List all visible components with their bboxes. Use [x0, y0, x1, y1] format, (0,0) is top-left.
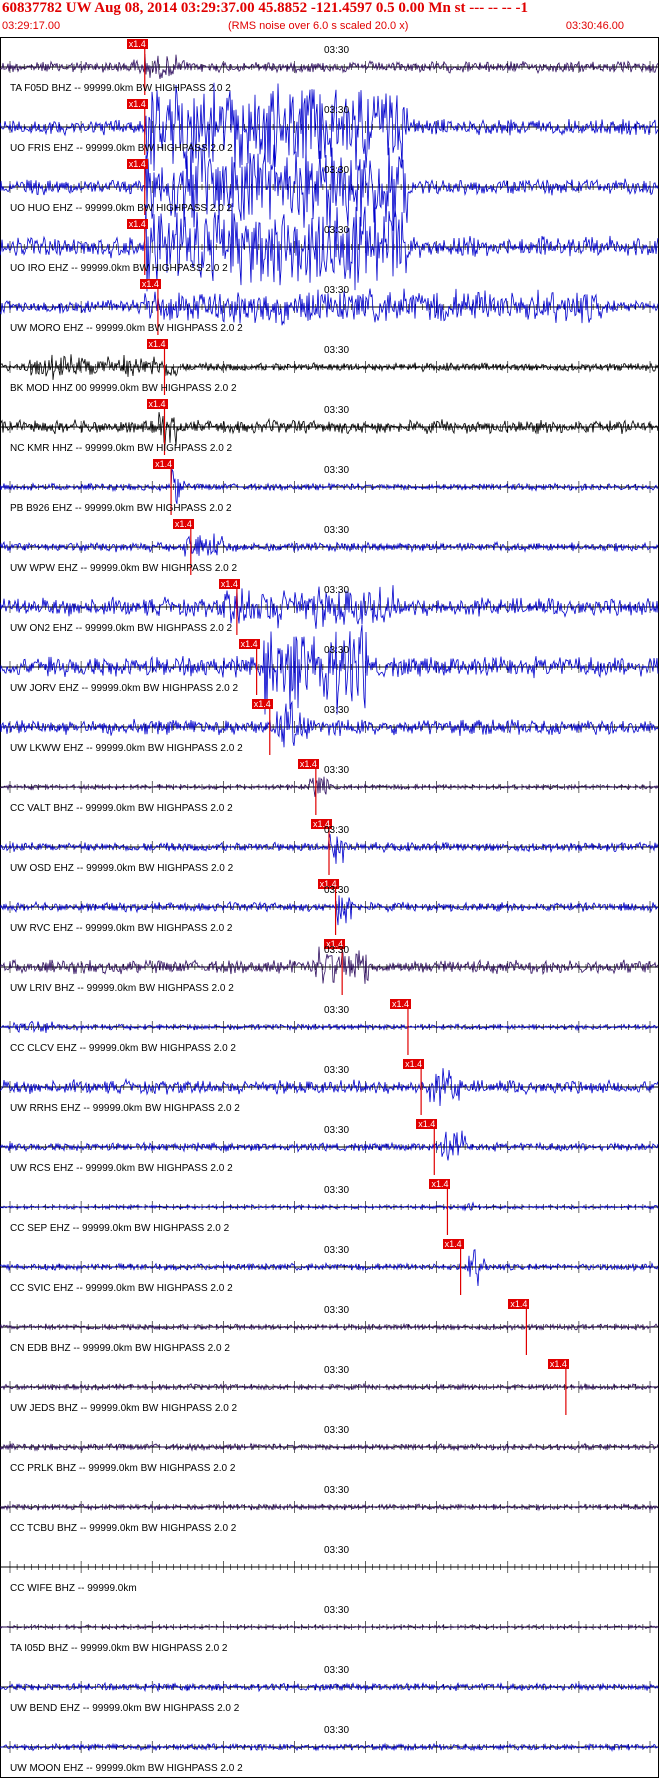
waveform [0, 776, 659, 798]
time-tick-label: 03:30 [324, 225, 350, 236]
trace-label: UW OSD EHZ -- 99999.0km BW HIGHPASS 2.0 … [10, 863, 234, 874]
waveform [0, 533, 659, 557]
time-tick-label: 03:30 [324, 465, 350, 476]
time-tick-label: 03:30 [324, 105, 350, 116]
time-tick-label: 03:30 [324, 1665, 350, 1676]
event-title: 60837782 UW Aug 08, 2014 03:29:37.00 45.… [2, 0, 528, 16]
trace-label: PB B926 EHZ -- 99999.0km BW HIGHPASS 2.0… [10, 503, 232, 514]
trace-label: UW BEND EHZ -- 99999.0km BW HIGHPASS 2.0… [10, 1703, 240, 1714]
pick-marker[interactable]: x1.4 [218, 579, 240, 589]
waveform [0, 895, 659, 926]
pick-marker[interactable]: x1.4 [139, 279, 161, 289]
pick-marker[interactable]: x1.4 [389, 999, 411, 1009]
time-tick-label: 03:30 [324, 1545, 350, 1556]
time-tick-label: 03:30 [324, 1005, 350, 1016]
trace-label: CC CLCV EHZ -- 99999.0km BW HIGHPASS 2.0… [10, 1043, 236, 1054]
time-tick-label: 03:30 [324, 645, 350, 656]
trace-label: CC SVIC EHZ -- 99999.0km BW HIGHPASS 2.0… [10, 1283, 233, 1294]
pick-marker[interactable]: x1.4 [442, 1239, 464, 1249]
trace-label: CC WIFE BHZ -- 99999.0km [10, 1583, 137, 1594]
time-tick-label: 03:30 [324, 1725, 350, 1736]
end-time: 03:30:46.00 [565, 20, 624, 32]
trace-label: UW ON2 EHZ -- 99999.0km BW HIGHPASS 2.0 … [10, 623, 233, 634]
trace-label: UW RVC EHZ -- 99999.0km BW HIGHPASS 2.0 … [10, 923, 233, 934]
time-tick-label: 03:30 [324, 1125, 350, 1136]
trace-label: CC TCBU BHZ -- 99999.0km BW HIGHPASS 2.0… [10, 1523, 237, 1534]
waveform [0, 1624, 659, 1630]
rms-note: (RMS noise over 6.0 s scaled 20.0 x) [228, 20, 409, 32]
time-tick-label: 03:30 [324, 45, 350, 56]
waveform [0, 412, 659, 446]
pick-marker[interactable]: x1.4 [146, 399, 168, 409]
time-tick-label: 03:30 [324, 825, 350, 836]
trace-label: CC PRLK BHZ -- 99999.0km BW HIGHPASS 2.0… [10, 1463, 236, 1474]
time-range-bar: 03:29:17.00 (RMS noise over 6.0 s scaled… [0, 20, 660, 34]
time-tick-label: 03:30 [324, 585, 350, 596]
trace-label: CC SEP EHZ -- 99999.0km BW HIGHPASS 2.0 … [10, 1223, 230, 1234]
trace-label: UW RCS EHZ -- 99999.0km BW HIGHPASS 2.0 … [10, 1163, 233, 1174]
trace-label: BK MOD HHZ 00 99999.0km BW HIGHPASS 2.0 … [10, 383, 237, 394]
time-tick-label: 03:30 [324, 705, 350, 716]
trace-label: UW RRHS EHZ -- 99999.0km BW HIGHPASS 2.0… [10, 1103, 240, 1114]
trace-label: UW LRIV BHZ -- 99999.0km BW HIGHPASS 2.0… [10, 983, 234, 994]
pick-marker[interactable]: x1.4 [251, 699, 273, 709]
time-tick-label: 03:30 [324, 525, 350, 536]
pick-marker[interactable]: x1.4 [403, 1059, 425, 1069]
trace-label: UW LKWW EHZ -- 99999.0km BW HIGHPASS 2.0… [10, 743, 243, 754]
pick-marker[interactable]: x1.4 [126, 159, 148, 169]
pick-marker[interactable]: x1.4 [172, 519, 194, 529]
header: 60837782 UW Aug 08, 2014 03:29:37.00 45.… [0, 0, 660, 37]
trace-canvas [0, 37, 659, 1778]
pick-marker[interactable]: x1.4 [146, 339, 168, 349]
trace-label: CC VALT BHZ -- 99999.0km BW HIGHPASS 2.0… [10, 803, 233, 814]
time-tick-label: 03:30 [324, 165, 350, 176]
trace-label: CN EDB BHZ -- 99999.0km BW HIGHPASS 2.0 … [10, 1343, 230, 1354]
pick-marker[interactable]: x1.4 [126, 99, 148, 109]
time-tick-label: 03:30 [324, 1485, 350, 1496]
trace-label: TA F05D BHZ -- 99999.0km BW HIGHPASS 2.0… [10, 83, 231, 94]
seismogram-panel: x1.4 03:30 TA F05D BHZ -- 99999.0km BW HIG… [0, 37, 660, 1778]
pick-marker[interactable]: x1.4 [547, 1359, 569, 1369]
trace-label: UO IRO EHZ -- 99999.0km BW HIGHPASS 2.0 … [10, 263, 228, 274]
time-tick-label: 03:30 [324, 1605, 350, 1616]
time-tick-label: 03:30 [324, 1245, 350, 1256]
pick-marker[interactable]: x1.4 [126, 39, 148, 49]
trace-label: NC KMR HHZ -- 99999.0km BW HIGHPASS 2.0 … [10, 443, 233, 454]
time-tick-label: 03:30 [324, 285, 350, 296]
time-tick-label: 03:30 [324, 405, 350, 416]
waveform [0, 624, 659, 715]
time-tick-label: 03:30 [324, 1185, 350, 1196]
trace-label: UO FRIS EHZ -- 99999.0km BW HIGHPASS 2.0… [10, 143, 233, 154]
trace-label: UW JORV EHZ -- 99999.0km BW HIGHPASS 2.0… [10, 683, 239, 694]
pick-marker[interactable]: x1.4 [153, 459, 175, 469]
time-tick-label: 03:30 [324, 765, 350, 776]
trace-label: UW WPW EHZ -- 99999.0km BW HIGHPASS 2.0 … [10, 563, 238, 574]
trace-label: UW MORO EHZ -- 99999.0km BW HIGHPASS 2.0… [10, 323, 243, 334]
time-tick-label: 03:30 [324, 1365, 350, 1376]
start-time: 03:29:17.00 [2, 20, 61, 32]
time-tick-label: 03:30 [324, 885, 350, 896]
time-tick-label: 03:30 [324, 1065, 350, 1076]
waveform [0, 1201, 659, 1212]
pick-marker[interactable]: x1.4 [508, 1299, 530, 1309]
time-tick-label: 03:30 [324, 345, 350, 356]
trace-label: UO HUO EHZ -- 99999.0km BW HIGHPASS 2.0 … [10, 203, 233, 214]
pick-marker[interactable]: x1.4 [429, 1179, 451, 1189]
time-tick-label: 03:30 [324, 1305, 350, 1316]
pick-marker[interactable]: x1.4 [126, 219, 148, 229]
time-tick-label: 03:30 [324, 1425, 350, 1436]
trace-label: UW MOON EHZ -- 99999.0km BW HIGHPASS 2.0… [10, 1763, 243, 1774]
pick-marker[interactable]: x1.4 [238, 639, 260, 649]
time-tick-label: 03:30 [324, 945, 350, 956]
trace-label: UW JEDS BHZ -- 99999.0km BW HIGHPASS 2.0… [10, 1403, 238, 1414]
trace-label: TA I05D BHZ -- 99999.0km BW HIGHPASS 2.0… [10, 1643, 228, 1654]
pick-marker[interactable]: x1.4 [297, 759, 319, 769]
waveform [0, 53, 659, 79]
pick-marker[interactable]: x1.4 [416, 1119, 438, 1129]
